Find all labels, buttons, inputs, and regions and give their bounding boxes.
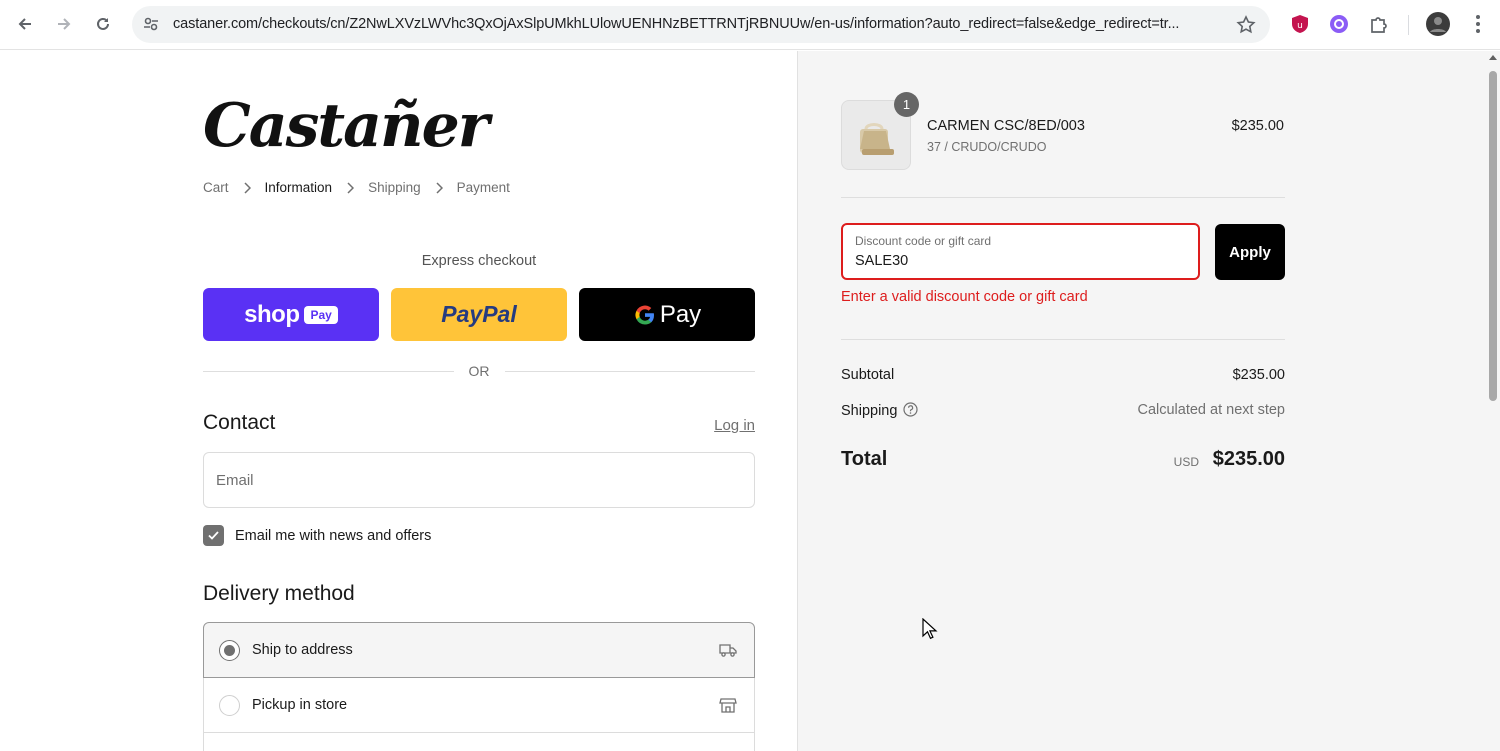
delivery-option-ship[interactable]: Ship to address — [203, 622, 755, 678]
delivery-option-pickup[interactable]: Pickup in store — [203, 678, 755, 733]
scroll-up-arrow[interactable] — [1489, 55, 1497, 60]
ublock-icon[interactable]: u — [1289, 13, 1311, 35]
or-divider: OR — [203, 363, 755, 381]
total-label: Total — [841, 448, 888, 470]
store-logo[interactable]: Castañer — [203, 91, 489, 161]
discount-label: Discount code or gift card — [855, 234, 992, 248]
product-price: $235.00 — [1231, 118, 1284, 134]
google-pay-label: Pay — [659, 300, 702, 328]
discount-error-message: Enter a valid discount code or gift card — [841, 289, 1088, 305]
breadcrumb-cart[interactable]: Cart — [203, 180, 229, 195]
checkout-main: Castañer Cart Information Shipping Payme… — [0, 51, 797, 751]
product-variant: 37 / CRUDO/CRUDO — [927, 140, 1047, 154]
ship-option-label: Ship to address — [252, 642, 353, 658]
shipping-row: Shipping Calculated at next step — [841, 402, 1285, 419]
newsletter-label: Email me with news and offers — [235, 527, 432, 544]
google-g-icon — [633, 303, 657, 327]
chevron-right-icon — [243, 181, 251, 194]
shop-pay-button[interactable]: shop Pay — [203, 288, 379, 341]
truck-icon — [718, 640, 738, 660]
help-icon[interactable] — [903, 402, 919, 417]
divider — [841, 339, 1285, 340]
url-text[interactable]: castaner.com/checkouts/cn/Z2NwLXVzLWVhc3… — [173, 16, 1221, 32]
delivery-method-title: Delivery method — [203, 582, 355, 605]
shipping-value: Calculated at next step — [1137, 402, 1285, 418]
extension-icon[interactable] — [1328, 13, 1350, 35]
order-summary: 1 CARMEN CSC/8ED/003 37 / CRUDO/CRUDO $2… — [797, 51, 1500, 751]
profile-avatar[interactable] — [1426, 12, 1450, 36]
subtotal-value: $235.00 — [1232, 367, 1285, 383]
login-link[interactable]: Log in — [714, 417, 755, 434]
chevron-right-icon — [347, 181, 355, 194]
subtotal-row: Subtotal $235.00 — [841, 367, 1285, 383]
mouse-cursor — [922, 618, 938, 640]
currency-code: USD — [1173, 455, 1199, 469]
delivery-option-more — [203, 733, 755, 751]
breadcrumb: Cart Information Shipping Payment — [203, 180, 510, 195]
express-checkout-title: Express checkout — [421, 253, 537, 269]
site-info-icon[interactable] — [142, 15, 160, 33]
subtotal-label: Subtotal — [841, 367, 895, 383]
newsletter-option[interactable]: Email me with news and offers — [203, 525, 431, 546]
scrollbar-thumb[interactable] — [1489, 71, 1497, 401]
forward-icon[interactable] — [50, 10, 78, 38]
paypal-wordmark: PayPal — [441, 301, 517, 327]
newsletter-checkbox[interactable] — [203, 525, 224, 546]
svg-text:u: u — [1297, 21, 1303, 31]
divider — [841, 197, 1285, 198]
total-value: $235.00 — [1212, 448, 1285, 470]
star-icon[interactable] — [1236, 15, 1256, 35]
shop-pay-badge: Pay — [304, 305, 338, 324]
menu-icon[interactable] — [1467, 13, 1489, 35]
discount-input[interactable] — [855, 253, 1185, 269]
product-name: CARMEN CSC/8ED/003 — [927, 118, 1085, 134]
breadcrumb-payment: Payment — [456, 180, 510, 195]
discount-field[interactable]: Discount code or gift card — [841, 223, 1200, 280]
breadcrumb-shipping: Shipping — [368, 180, 421, 195]
toolbar-divider — [1408, 15, 1409, 35]
pickup-radio[interactable] — [219, 694, 240, 716]
back-icon[interactable] — [11, 10, 39, 38]
reload-icon[interactable] — [89, 10, 117, 38]
contact-title: Contact — [203, 411, 276, 434]
ship-radio[interactable] — [219, 639, 240, 661]
paypal-button[interactable]: PayPal — [391, 288, 567, 341]
address-bar[interactable]: castaner.com/checkouts/cn/Z2NwLXVzLWVhc3… — [132, 6, 1270, 43]
email-field[interactable] — [203, 452, 755, 508]
apply-button[interactable]: Apply — [1215, 224, 1285, 280]
shipping-label: Shipping — [841, 403, 898, 419]
total-row: Total USD $235.00 — [841, 448, 1285, 471]
browser-toolbar: castaner.com/checkouts/cn/Z2NwLXVzLWVhc3… — [0, 0, 1500, 50]
google-pay-button[interactable]: Pay — [579, 288, 755, 341]
puzzle-icon[interactable] — [1368, 13, 1390, 35]
checkmark-icon — [208, 531, 219, 540]
page-scrollbar[interactable] — [1486, 51, 1500, 751]
shop-pay-wordmark: shop — [244, 300, 300, 328]
quantity-badge: 1 — [894, 92, 919, 117]
or-text: OR — [468, 363, 490, 379]
store-icon — [718, 695, 738, 715]
breadcrumb-information: Information — [264, 180, 333, 195]
chevron-right-icon — [436, 181, 443, 194]
pickup-option-label: Pickup in store — [252, 697, 348, 713]
